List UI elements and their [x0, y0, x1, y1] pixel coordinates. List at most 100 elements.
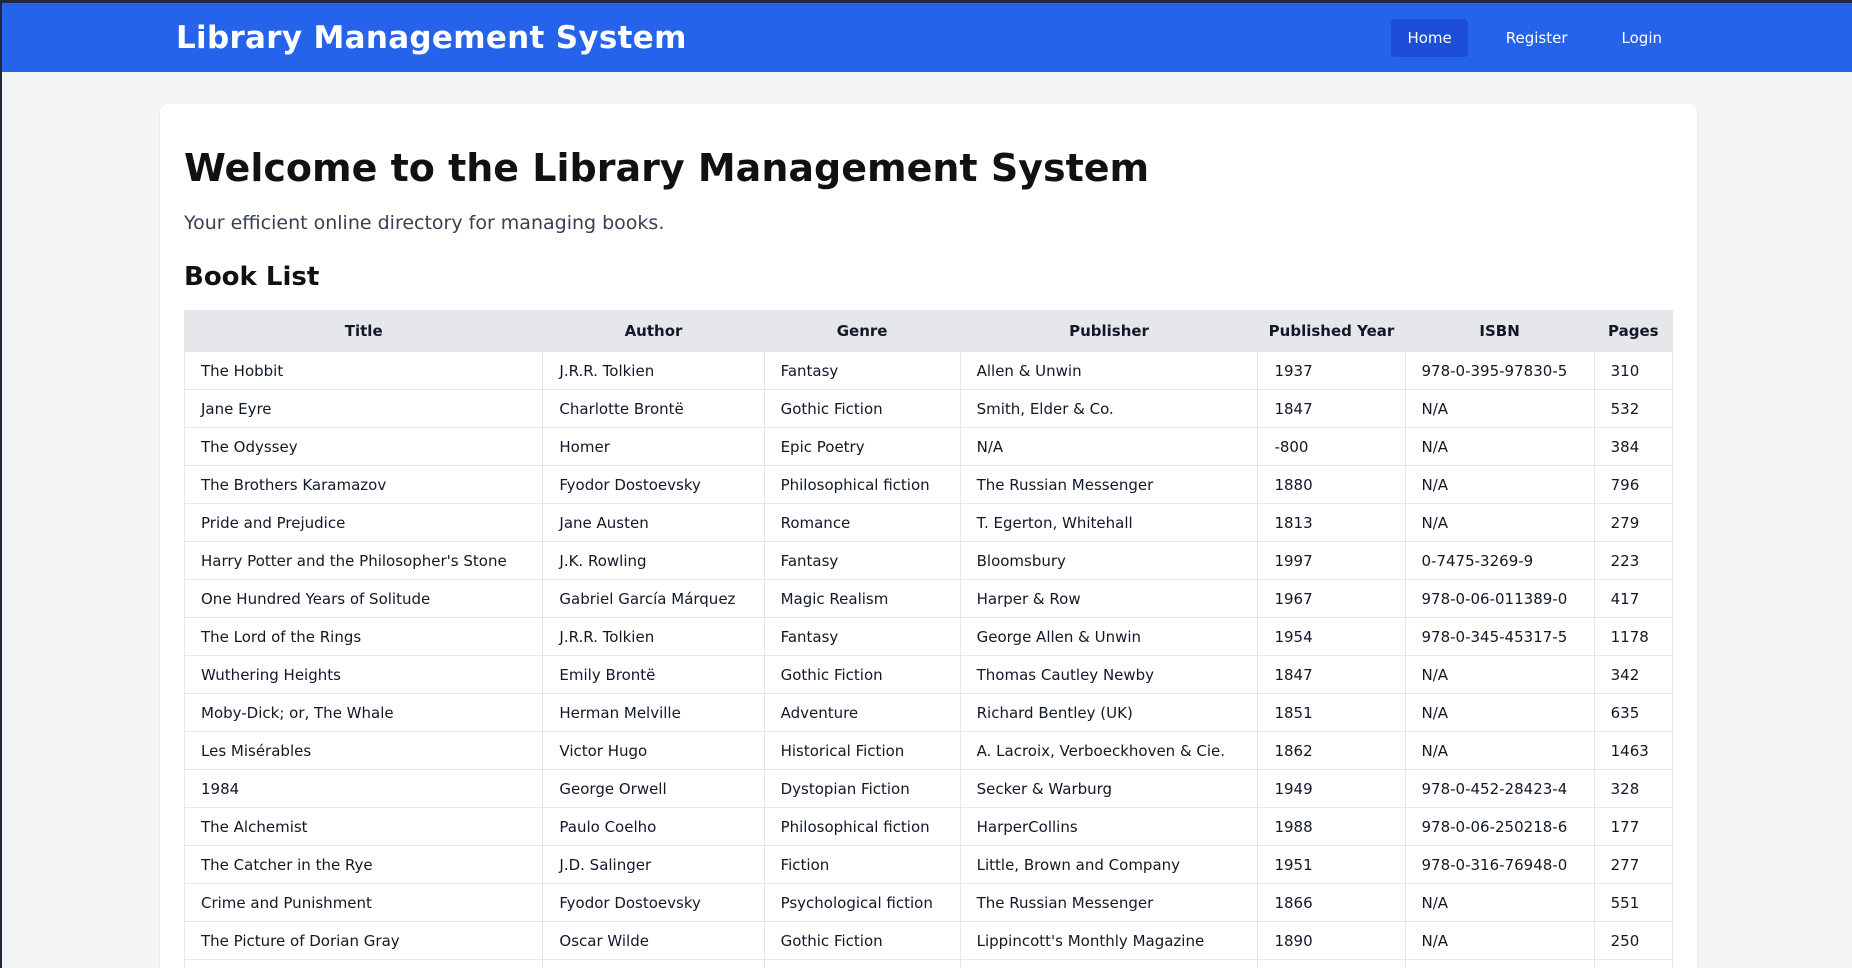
table-cell: Les Misérables	[183, 731, 544, 770]
table-cell: 342	[1593, 655, 1674, 694]
table-cell: Harry Potter and the Philosopher's Stone	[183, 541, 544, 580]
table-cell: Gothic Fiction	[763, 389, 961, 428]
table-cell: Allen & Unwin	[959, 351, 1259, 390]
table-cell: The Alchemist	[183, 807, 544, 846]
table-cell: 1937	[1257, 351, 1406, 390]
table-cell: Emily Brontë	[542, 655, 765, 694]
table-cell: Magic Realism	[763, 579, 961, 618]
table-cell: 1851	[1257, 693, 1406, 732]
table-cell: Leo Tolstoy	[542, 959, 765, 968]
table-cell: N/A	[1404, 465, 1595, 504]
table-cell: Romance	[763, 503, 961, 542]
table-header-row: Title Author Genre Publisher Published Year I…	[183, 310, 1674, 352]
table-cell: Philosophical fiction	[763, 807, 961, 846]
table-cell: 1967	[1257, 579, 1406, 618]
table-row: The Picture of Dorian Gray Oscar Wilde Got…	[183, 921, 1674, 960]
table-cell: 417	[1593, 579, 1674, 618]
table-cell: 978-0-06-250218-6	[1404, 807, 1595, 846]
table-cell: Pride and Prejudice	[183, 503, 544, 542]
table-row: Harry Potter and the Philosopher's Stone…	[183, 541, 1674, 580]
table-cell: 1984	[183, 769, 544, 808]
table-cell: 328	[1593, 769, 1674, 808]
table-cell: N/A	[1404, 655, 1595, 694]
table-cell: Realist Fiction	[763, 959, 961, 968]
table-cell: 1880	[1257, 465, 1406, 504]
table-cell: George Allen & Unwin	[959, 617, 1259, 656]
table-cell: Fantasy	[763, 351, 961, 390]
table-cell: George Orwell	[542, 769, 765, 808]
table-row: The Odyssey Homer Epic Poetry N/A -800 N/A 384	[183, 427, 1674, 466]
table-cell: HarperCollins	[959, 807, 1259, 846]
table-cell: Fiction	[763, 845, 961, 884]
table-cell: 279	[1593, 503, 1674, 542]
table-row: Les Misérables Victor Hugo Historical Fict…	[183, 731, 1674, 770]
table-cell: 1862	[1257, 731, 1406, 770]
table-cell: The Brothers Karamazov	[183, 465, 544, 504]
table-cell: 1813	[1257, 503, 1406, 542]
table-cell: 384	[1593, 427, 1674, 466]
table-cell: 1890	[1257, 921, 1406, 960]
table-cell: 1878	[1257, 959, 1406, 968]
table-row: Jane Eyre Charlotte Brontë Gothic Fiction S…	[183, 389, 1674, 428]
table-cell: The Picture of Dorian Gray	[183, 921, 544, 960]
nav-login-link[interactable]: Login	[1606, 19, 1678, 57]
table-row: 1984 George Orwell Dystopian Fiction Secker…	[183, 769, 1674, 808]
table-cell: 864	[1593, 959, 1674, 968]
table-cell: Charlotte Brontë	[542, 389, 765, 428]
table-cell: One Hundred Years of Solitude	[183, 579, 544, 618]
table-cell: 978-0-452-28423-4	[1404, 769, 1595, 808]
table-cell: 1847	[1257, 389, 1406, 428]
table-row: The Brothers Karamazov Fyodor Dostoevsky P…	[183, 465, 1674, 504]
table-cell: Psychological fiction	[763, 883, 961, 922]
table-cell: N/A	[1404, 693, 1595, 732]
table-cell: 0-7475-3269-9	[1404, 541, 1595, 580]
table-cell: Lippincott's Monthly Magazine	[959, 921, 1259, 960]
table-cell: Moby-Dick; or, The Whale	[183, 693, 544, 732]
table-cell: Secker & Warburg	[959, 769, 1259, 808]
nav-register-link[interactable]: Register	[1490, 19, 1584, 57]
table-cell: 1178	[1593, 617, 1674, 656]
table-row: Wuthering Heights Emily Brontë Gothic Fict…	[183, 655, 1674, 694]
table-cell: 250	[1593, 921, 1674, 960]
column-header: Pages	[1593, 310, 1674, 352]
table-cell: 1988	[1257, 807, 1406, 846]
column-header: ISBN	[1404, 310, 1595, 352]
table-cell: Oscar Wilde	[542, 921, 765, 960]
table-cell: 551	[1593, 883, 1674, 922]
table-cell: Fyodor Dostoevsky	[542, 465, 765, 504]
table-cell: N/A	[959, 427, 1259, 466]
table-cell: The Russian Messenger	[959, 959, 1259, 968]
table-cell: Jane Austen	[542, 503, 765, 542]
nav-home-link[interactable]: Home	[1391, 18, 1468, 57]
table-cell: 1847	[1257, 655, 1406, 694]
table-cell: Fantasy	[763, 617, 961, 656]
table-cell: 635	[1593, 693, 1674, 732]
table-cell: 796	[1593, 465, 1674, 504]
table-cell: The Russian Messenger	[959, 883, 1259, 922]
table-cell: The Hobbit	[183, 351, 544, 390]
table-cell: J.K. Rowling	[542, 541, 765, 580]
table-cell: 1951	[1257, 845, 1406, 884]
table-cell: Fantasy	[763, 541, 961, 580]
table-cell: Smith, Elder & Co.	[959, 389, 1259, 428]
table-row: One Hundred Years of Solitude Gabriel Gar…	[183, 579, 1674, 618]
table-row: The Alchemist Paulo Coelho Philosophical f…	[183, 807, 1674, 846]
page-subtitle: Your efficient online directory for mana…	[184, 212, 665, 234]
column-header: Genre	[763, 310, 961, 352]
table-cell: 1949	[1257, 769, 1406, 808]
table-cell: The Catcher in the Rye	[183, 845, 544, 884]
table-cell: Harper & Row	[959, 579, 1259, 618]
brand-title[interactable]: Library Management System	[176, 20, 687, 56]
table-cell: Wuthering Heights	[183, 655, 544, 694]
table-cell: Gothic Fiction	[763, 921, 961, 960]
table-cell: Gothic Fiction	[763, 655, 961, 694]
table-cell: A. Lacroix, Verboeckhoven & Cie.	[959, 731, 1259, 770]
table-cell: 978-0-316-76948-0	[1404, 845, 1595, 884]
column-header: Published Year	[1257, 310, 1406, 352]
nav-links: Home Register Login	[1377, 18, 1678, 57]
column-header: Publisher	[959, 310, 1259, 352]
table-cell: Thomas Cautley Newby	[959, 655, 1259, 694]
table-cell: Bloomsbury	[959, 541, 1259, 580]
table-cell: 1463	[1593, 731, 1674, 770]
table-cell: N/A	[1404, 731, 1595, 770]
